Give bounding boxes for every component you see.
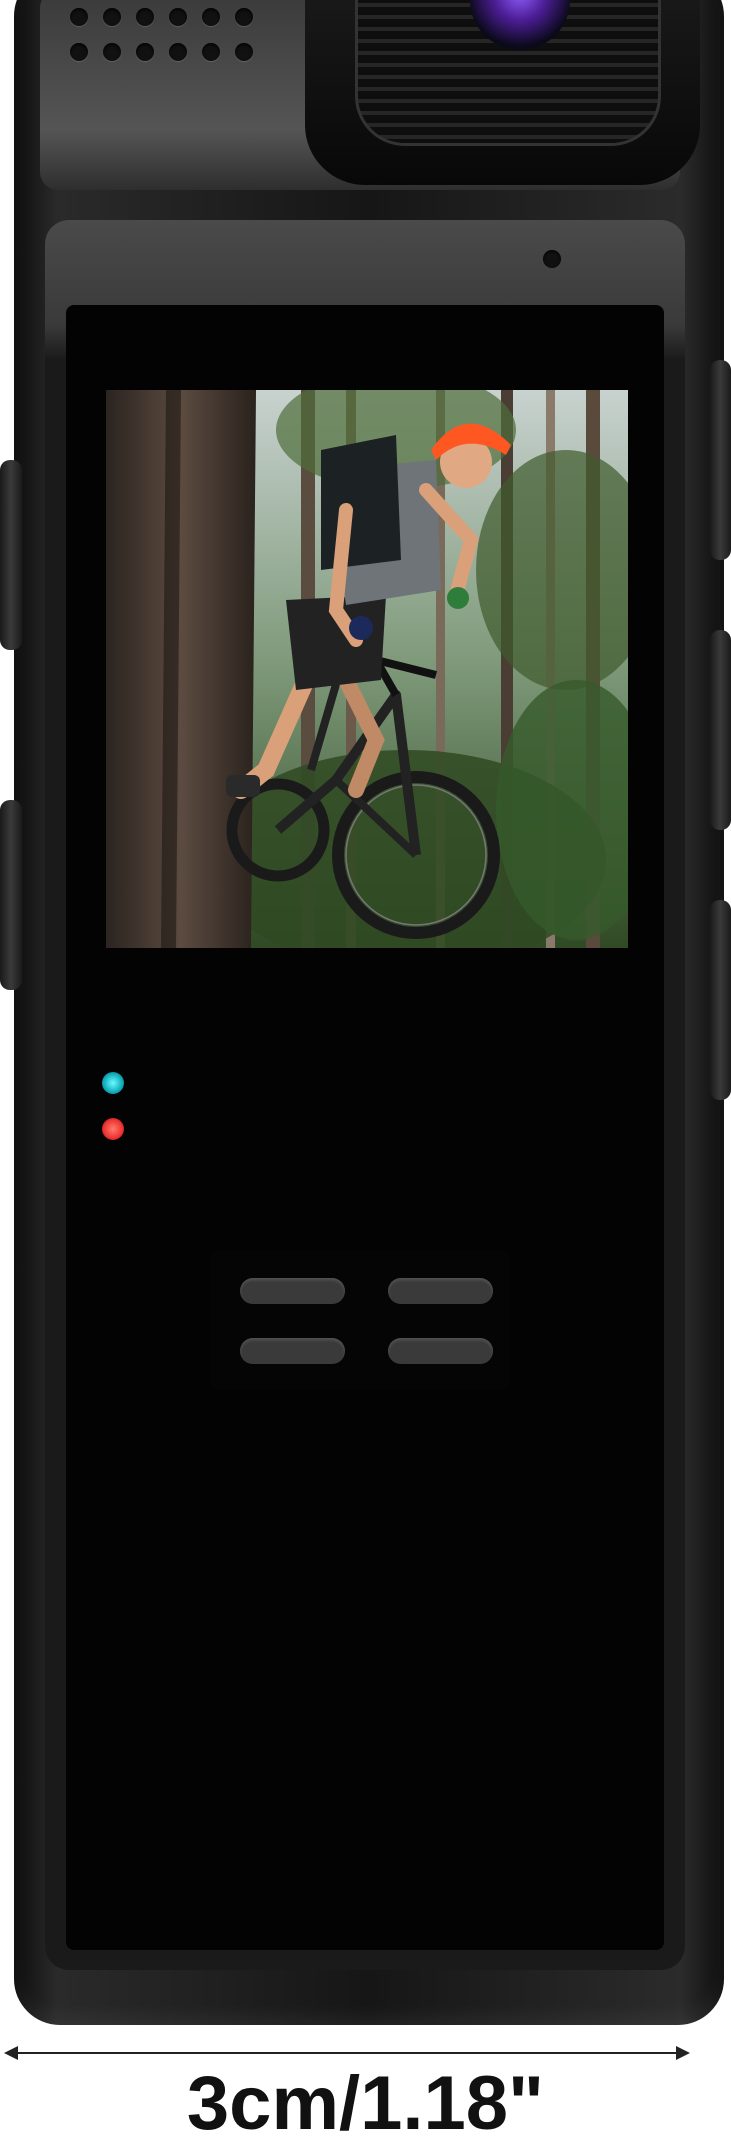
speaker-hole: [169, 43, 187, 61]
side-button-right-1[interactable]: [710, 360, 731, 560]
cyclist-preview-image: [106, 390, 628, 948]
speaker-hole: [103, 43, 121, 61]
arrow-left-icon: [4, 2046, 18, 2060]
side-button-right-2[interactable]: [710, 630, 731, 830]
speaker-hole: [70, 43, 88, 61]
speaker-hole: [70, 8, 88, 26]
microphone-grille: [210, 1250, 510, 1390]
mic-slot: [240, 1338, 345, 1364]
dimension-arrow-line: [10, 2052, 682, 2054]
speaker-hole: [235, 8, 253, 26]
speaker-hole: [136, 43, 154, 61]
speaker-hole: [202, 43, 220, 61]
arrow-right-icon: [676, 2046, 690, 2060]
status-led-cyan: [102, 1072, 124, 1094]
mic-slot: [240, 1278, 345, 1304]
speaker-grille: [70, 8, 260, 72]
side-button-left-lower[interactable]: [0, 800, 22, 990]
mic-slot: [388, 1338, 493, 1364]
speaker-hole: [235, 43, 253, 61]
speaker-hole: [169, 8, 187, 26]
side-button-right-3[interactable]: [710, 900, 731, 1100]
speaker-hole: [103, 8, 121, 26]
status-led-red: [102, 1118, 124, 1140]
side-button-left-upper[interactable]: [0, 460, 22, 650]
microphone-hole: [543, 250, 561, 268]
speaker-hole: [136, 8, 154, 26]
mic-slot: [388, 1278, 493, 1304]
speaker-hole: [202, 8, 220, 26]
dimension-label: 3cm/1.18": [186, 2061, 545, 2146]
lcd-screen[interactable]: [106, 390, 628, 948]
